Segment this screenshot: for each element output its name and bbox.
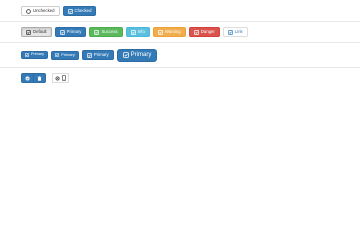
settings-button[interactable] (52, 73, 69, 83)
square-check-icon (55, 53, 59, 57)
checked-toggle-button[interactable]: Checked (62, 6, 97, 16)
size-variants-row: Primary Primary Primary Primary (21, 48, 158, 62)
divider (0, 67, 360, 68)
square-check-icon (59, 29, 65, 35)
primary-small-button[interactable]: Primary (21, 51, 49, 59)
info-label: Info (137, 28, 145, 34)
toggle-row: Unchecked Checked (21, 6, 97, 16)
square-check-icon (94, 29, 100, 35)
mobile-icon (62, 75, 66, 81)
primary-large-label: Primary (130, 52, 152, 58)
primary-small-label: Primary (31, 52, 45, 57)
unchecked-circle-icon (26, 8, 31, 14)
primary-extra-small-label: Primary (61, 52, 75, 57)
warning-button[interactable]: Warning (152, 27, 186, 37)
icon-button-group (21, 73, 46, 83)
danger-label: Danger (200, 28, 215, 34)
default-label: Default (33, 28, 47, 34)
square-check-icon (158, 29, 163, 35)
warning-label: Warning (164, 28, 181, 34)
default-button[interactable]: Default (21, 27, 52, 37)
divider (0, 21, 360, 22)
primary-large-button[interactable]: Primary (116, 48, 158, 62)
square-check-icon (122, 52, 129, 58)
primary-button[interactable]: Primary (54, 27, 87, 37)
trash-icon (37, 75, 42, 81)
square-check-icon (130, 29, 136, 35)
primary-extra-small-button[interactable]: Primary (51, 50, 79, 60)
primary-label: Primary (66, 28, 82, 34)
divider (0, 42, 360, 43)
success-button[interactable]: Success (89, 27, 123, 37)
plain-icon-group (52, 73, 69, 83)
square-check-icon (26, 29, 31, 35)
info-button[interactable]: Info (125, 27, 150, 37)
link-button[interactable]: Link (222, 27, 248, 37)
checked-label: Checked (74, 7, 92, 13)
unchecked-toggle-button[interactable]: Unchecked (21, 6, 60, 16)
checked-square-icon (67, 8, 73, 14)
link-label: Link (234, 28, 243, 34)
primary-medium-label: Primary (93, 51, 109, 57)
success-label: Success (101, 28, 118, 34)
page: Unchecked Checked Default Primary Succes… (0, 0, 360, 202)
unchecked-label: Unchecked (33, 7, 55, 13)
danger-button[interactable]: Danger (188, 27, 220, 37)
square-check-icon (193, 29, 199, 35)
icon-buttons-row (21, 73, 69, 83)
gear-icon (55, 75, 60, 81)
primary-medium-button[interactable]: Primary (81, 50, 114, 60)
square-check-icon (227, 29, 233, 35)
trash-button[interactable] (33, 73, 46, 83)
check-icon (25, 76, 30, 81)
square-check-icon (87, 52, 92, 58)
color-variants-row: Default Primary Success Info Warning Dan… (21, 27, 248, 37)
square-check-icon (25, 53, 29, 57)
